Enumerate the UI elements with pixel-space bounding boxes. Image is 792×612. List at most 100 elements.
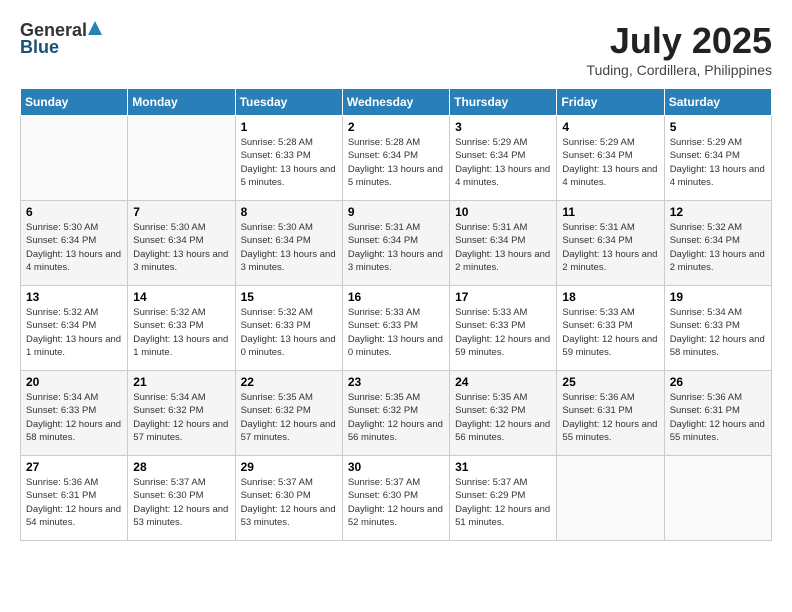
calendar-cell: 24Sunrise: 5:35 AM Sunset: 6:32 PM Dayli…	[450, 371, 557, 456]
calendar-cell: 30 Sunrise: 5:37 AM Sunset: 6:30 PM Dayli…	[342, 456, 449, 541]
week-row-1: 6 Sunrise: 5:30 AM Sunset: 6:34 PM Daylig…	[21, 201, 772, 286]
calendar-cell: 16Sunrise: 5:33 AM Sunset: 6:33 PM Dayli…	[342, 286, 449, 371]
day-info: Sunrise: 5:37 AM Sunset: 6:30 PM Dayligh…	[133, 476, 229, 529]
calendar-cell: 12 Sunrise: 5:32 AM Sunset: 6:34 PM Dayli…	[664, 201, 771, 286]
day-info: Sunrise: 5:31 AM Sunset: 6:34 PM Dayligh…	[348, 221, 444, 274]
day-number: 28	[133, 460, 229, 474]
day-number: 18	[562, 290, 658, 304]
calendar-cell: 2 Sunrise: 5:28 AM Sunset: 6:34 PM Daylig…	[342, 116, 449, 201]
day-info: Sunrise: 5:32 AM Sunset: 6:33 PM Dayligh…	[133, 306, 229, 359]
day-info: Sunrise: 5:34 AM Sunset: 6:32 PM Dayligh…	[133, 391, 229, 444]
calendar-cell: 20 Sunrise: 5:34 AM Sunset: 6:33 PM Dayli…	[21, 371, 128, 456]
week-row-3: 20 Sunrise: 5:34 AM Sunset: 6:33 PM Dayli…	[21, 371, 772, 456]
week-row-0: 1 Sunrise: 5:28 AM Sunset: 6:33 PM Daylig…	[21, 116, 772, 201]
day-number: 7	[133, 205, 229, 219]
day-number: 1	[241, 120, 337, 134]
day-info: Sunrise: 5:34 AM Sunset: 6:33 PM Dayligh…	[26, 391, 122, 444]
day-number: 6	[26, 205, 122, 219]
header-thursday: Thursday	[450, 89, 557, 116]
day-info: Sunrise: 5:30 AM Sunset: 6:34 PM Dayligh…	[133, 221, 229, 274]
day-number: 13	[26, 290, 122, 304]
day-info: Sunrise: 5:34 AM Sunset: 6:33 PM Dayligh…	[670, 306, 766, 359]
week-row-2: 13 Sunrise: 5:32 AM Sunset: 6:34 PM Dayli…	[21, 286, 772, 371]
calendar-cell: 19 Sunrise: 5:34 AM Sunset: 6:33 PM Dayli…	[664, 286, 771, 371]
day-info: Sunrise: 5:36 AM Sunset: 6:31 PM Dayligh…	[562, 391, 658, 444]
day-info: Sunrise: 5:29 AM Sunset: 6:34 PM Dayligh…	[455, 136, 551, 189]
day-number: 30	[348, 460, 444, 474]
day-number: 20	[26, 375, 122, 389]
day-number: 17	[455, 290, 551, 304]
day-number: 21	[133, 375, 229, 389]
day-info: Sunrise: 5:37 AM Sunset: 6:30 PM Dayligh…	[241, 476, 337, 529]
calendar-cell: 22 Sunrise: 5:35 AM Sunset: 6:32 PM Dayli…	[235, 371, 342, 456]
calendar-cell: 5 Sunrise: 5:29 AM Sunset: 6:34 PM Daylig…	[664, 116, 771, 201]
logo-icon	[88, 21, 102, 40]
day-info: Sunrise: 5:36 AM Sunset: 6:31 PM Dayligh…	[670, 391, 766, 444]
day-number: 12	[670, 205, 766, 219]
day-info: Sunrise: 5:37 AM Sunset: 6:30 PM Dayligh…	[348, 476, 444, 529]
header-monday: Monday	[128, 89, 235, 116]
day-number: 10	[455, 205, 551, 219]
calendar-cell: 15Sunrise: 5:32 AM Sunset: 6:33 PM Dayli…	[235, 286, 342, 371]
day-info: Sunrise: 5:29 AM Sunset: 6:34 PM Dayligh…	[670, 136, 766, 189]
day-info: Sunrise: 5:35 AM Sunset: 6:32 PM Dayligh…	[348, 391, 444, 444]
page-header: General Blue July 2025 Tuding, Cordiller…	[20, 20, 772, 78]
day-info: Sunrise: 5:28 AM Sunset: 6:34 PM Dayligh…	[348, 136, 444, 189]
calendar-cell: 8 Sunrise: 5:30 AM Sunset: 6:34 PM Daylig…	[235, 201, 342, 286]
month-title: July 2025	[587, 20, 772, 62]
title-area: July 2025 Tuding, Cordillera, Philippine…	[587, 20, 772, 78]
day-info: Sunrise: 5:28 AM Sunset: 6:33 PM Dayligh…	[241, 136, 337, 189]
calendar-cell: 28 Sunrise: 5:37 AM Sunset: 6:30 PM Dayli…	[128, 456, 235, 541]
calendar-cell: 23 Sunrise: 5:35 AM Sunset: 6:32 PM Dayli…	[342, 371, 449, 456]
calendar-cell: 4Sunrise: 5:29 AM Sunset: 6:34 PM Daylig…	[557, 116, 664, 201]
day-info: Sunrise: 5:35 AM Sunset: 6:32 PM Dayligh…	[241, 391, 337, 444]
day-info: Sunrise: 5:33 AM Sunset: 6:33 PM Dayligh…	[348, 306, 444, 359]
day-info: Sunrise: 5:31 AM Sunset: 6:34 PM Dayligh…	[562, 221, 658, 274]
day-info: Sunrise: 5:37 AM Sunset: 6:29 PM Dayligh…	[455, 476, 551, 529]
day-info: Sunrise: 5:33 AM Sunset: 6:33 PM Dayligh…	[562, 306, 658, 359]
calendar-cell	[21, 116, 128, 201]
header-sunday: Sunday	[21, 89, 128, 116]
day-number: 19	[670, 290, 766, 304]
calendar-cell: 11 Sunrise: 5:31 AM Sunset: 6:34 PM Dayli…	[557, 201, 664, 286]
logo: General Blue	[20, 20, 103, 58]
header-row: SundayMondayTuesdayWednesdayThursdayFrid…	[21, 89, 772, 116]
day-number: 11	[562, 205, 658, 219]
day-info: Sunrise: 5:30 AM Sunset: 6:34 PM Dayligh…	[26, 221, 122, 274]
calendar-cell: 26 Sunrise: 5:36 AM Sunset: 6:31 PM Dayli…	[664, 371, 771, 456]
calendar-cell: 10Sunrise: 5:31 AM Sunset: 6:34 PM Dayli…	[450, 201, 557, 286]
day-info: Sunrise: 5:32 AM Sunset: 6:34 PM Dayligh…	[26, 306, 122, 359]
day-number: 31	[455, 460, 551, 474]
day-info: Sunrise: 5:32 AM Sunset: 6:33 PM Dayligh…	[241, 306, 337, 359]
day-number: 24	[455, 375, 551, 389]
day-info: Sunrise: 5:33 AM Sunset: 6:33 PM Dayligh…	[455, 306, 551, 359]
calendar-cell: 3Sunrise: 5:29 AM Sunset: 6:34 PM Daylig…	[450, 116, 557, 201]
calendar-cell: 21 Sunrise: 5:34 AM Sunset: 6:32 PM Dayli…	[128, 371, 235, 456]
day-number: 8	[241, 205, 337, 219]
calendar-cell: 27Sunrise: 5:36 AM Sunset: 6:31 PM Dayli…	[21, 456, 128, 541]
calendar-cell: 7 Sunrise: 5:30 AM Sunset: 6:34 PM Daylig…	[128, 201, 235, 286]
day-number: 29	[241, 460, 337, 474]
calendar-cell: 18 Sunrise: 5:33 AM Sunset: 6:33 PM Dayli…	[557, 286, 664, 371]
day-info: Sunrise: 5:29 AM Sunset: 6:34 PM Dayligh…	[562, 136, 658, 189]
day-info: Sunrise: 5:36 AM Sunset: 6:31 PM Dayligh…	[26, 476, 122, 529]
calendar-cell: 29 Sunrise: 5:37 AM Sunset: 6:30 PM Dayli…	[235, 456, 342, 541]
day-number: 2	[348, 120, 444, 134]
calendar-table: SundayMondayTuesdayWednesdayThursdayFrid…	[20, 88, 772, 541]
calendar-cell: 1 Sunrise: 5:28 AM Sunset: 6:33 PM Daylig…	[235, 116, 342, 201]
logo-blue: Blue	[20, 37, 59, 58]
day-number: 22	[241, 375, 337, 389]
calendar-cell: 13 Sunrise: 5:32 AM Sunset: 6:34 PM Dayli…	[21, 286, 128, 371]
calendar-cell	[557, 456, 664, 541]
day-info: Sunrise: 5:30 AM Sunset: 6:34 PM Dayligh…	[241, 221, 337, 274]
header-tuesday: Tuesday	[235, 89, 342, 116]
location-title: Tuding, Cordillera, Philippines	[587, 62, 772, 78]
calendar-cell	[664, 456, 771, 541]
day-number: 26	[670, 375, 766, 389]
day-info: Sunrise: 5:32 AM Sunset: 6:34 PM Dayligh…	[670, 221, 766, 274]
header-saturday: Saturday	[664, 89, 771, 116]
day-number: 5	[670, 120, 766, 134]
day-number: 23	[348, 375, 444, 389]
calendar-cell: 6 Sunrise: 5:30 AM Sunset: 6:34 PM Daylig…	[21, 201, 128, 286]
week-row-4: 27Sunrise: 5:36 AM Sunset: 6:31 PM Dayli…	[21, 456, 772, 541]
